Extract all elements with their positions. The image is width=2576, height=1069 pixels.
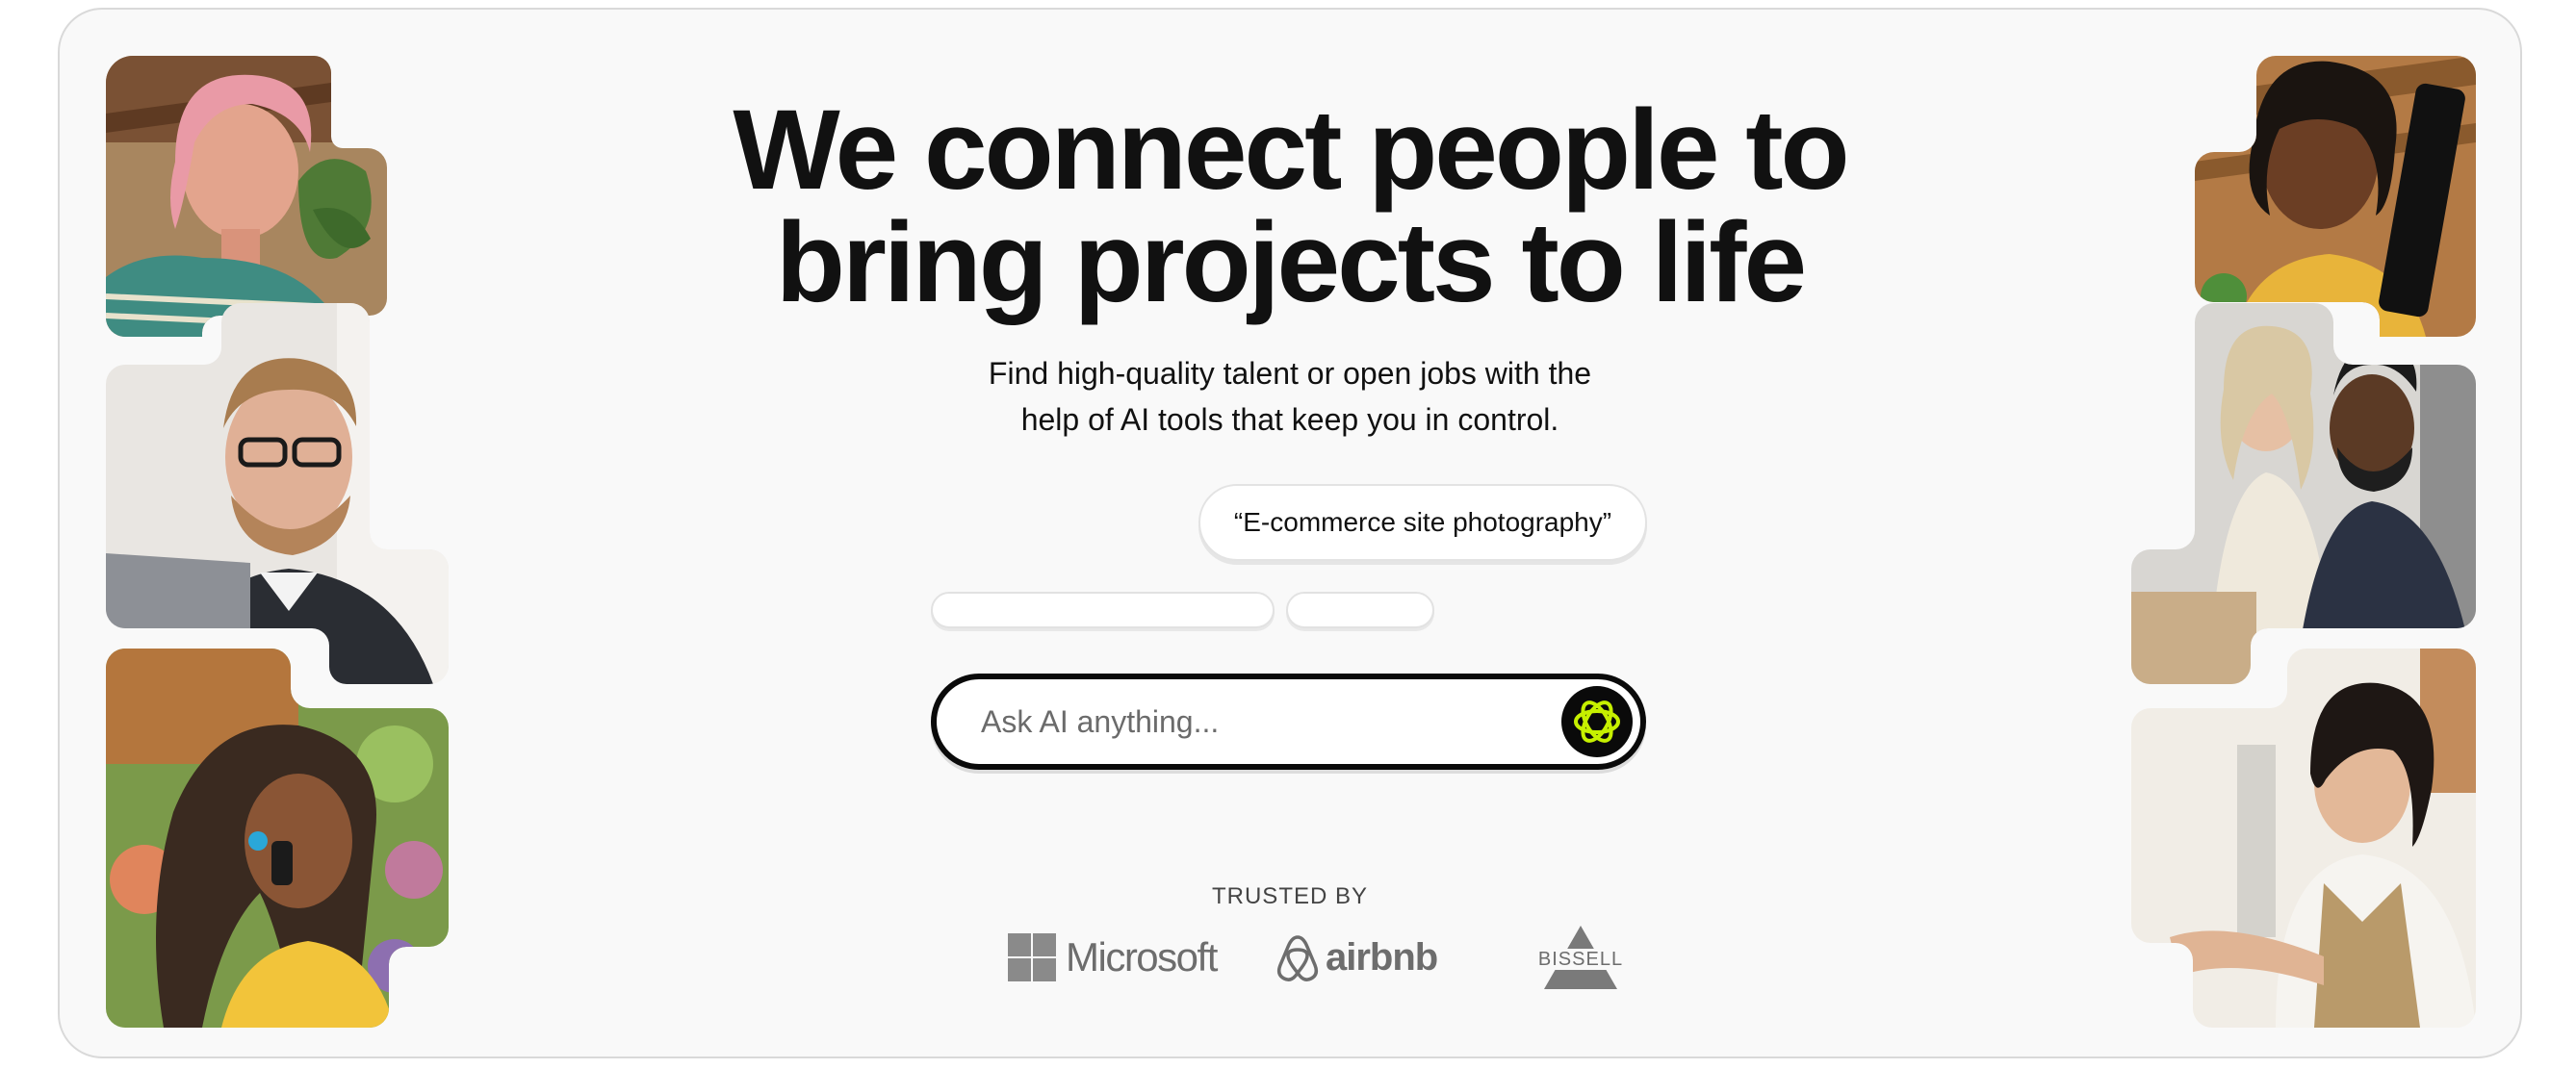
bissell-wordmark: BISSELL xyxy=(1537,949,1624,970)
ai-sparkle-icon xyxy=(1574,700,1620,743)
subheadline-line-2: help of AI tools that keep you in contro… xyxy=(1020,402,1559,437)
bissell-logo: BISSELL xyxy=(1533,924,1629,991)
ask-ai-input[interactable] xyxy=(981,697,1520,747)
microsoft-grid-icon xyxy=(1008,933,1056,981)
suggestion-chip-placeholder xyxy=(931,592,1275,628)
page-title: We connect people to bring projects to l… xyxy=(60,87,2520,326)
woman-working-desk-photo xyxy=(2131,649,2476,1028)
trusted-by-label: TRUSTED BY xyxy=(1211,883,1368,909)
airbnb-logo: airbnb xyxy=(1275,924,1438,991)
ask-ai-search-bar[interactable] xyxy=(931,674,1646,770)
airbnb-wordmark: airbnb xyxy=(1326,935,1438,979)
hero-section: We connect people to bring projects to l… xyxy=(58,8,2522,1058)
woman-phone-flowers-photo xyxy=(106,649,449,1028)
headline-line-2: bring projects to life xyxy=(775,199,1807,326)
subheadline-line-1: Find high-quality talent or open jobs wi… xyxy=(988,356,1592,391)
example-prompt-bubble[interactable]: “E-commerce site photography” xyxy=(1198,484,1647,561)
suggestion-chip-placeholder xyxy=(1286,592,1434,628)
subheadline: Find high-quality talent or open jobs wi… xyxy=(60,350,2520,443)
microsoft-logo: Microsoft xyxy=(1008,924,1218,991)
ai-submit-button[interactable] xyxy=(1561,686,1633,757)
trusted-logos: Microsoft airbnb BISSELL xyxy=(1008,924,1682,991)
microsoft-wordmark: Microsoft xyxy=(1066,934,1218,980)
headline-line-1: We connect people to xyxy=(733,87,1849,214)
airbnb-belo-icon xyxy=(1276,935,1319,981)
